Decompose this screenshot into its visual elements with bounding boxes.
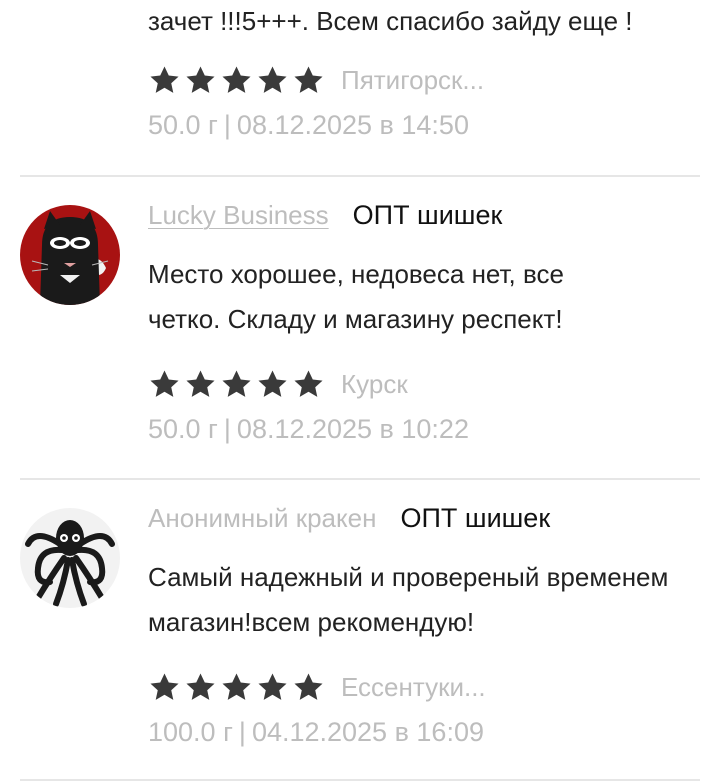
review-meta: 100.0 г | 04.12.2025 в 16:09 — [148, 717, 704, 748]
rating-row: Ессентуки... — [148, 667, 704, 707]
star-icon — [294, 672, 323, 700]
review-weight: 50.0 г — [148, 414, 218, 444]
meta-separator: | — [223, 414, 231, 444]
review-divider — [20, 779, 700, 781]
meta-separator: | — [223, 110, 231, 140]
star-icon — [150, 672, 179, 700]
review-author-link[interactable]: Lucky Business — [148, 200, 329, 231]
meta-separator: | — [238, 717, 246, 747]
review-category: ОПТ шишек — [400, 503, 551, 533]
review-weight: 50.0 г — [148, 110, 218, 140]
star-icon — [294, 369, 323, 397]
review-header: Lucky Business ОПТ шишек — [148, 200, 704, 240]
rating-row: Пятигорск... — [148, 60, 704, 100]
review-date: 08.12.2025 в 14:50 — [236, 110, 469, 140]
review-text: зачет !!!5+++. Всем спасибо зайду еще ! — [148, 6, 633, 36]
review-meta: 50.0 г | 08.12.2025 в 14:50 — [148, 110, 704, 141]
masked-cat-avatar-icon — [20, 205, 120, 305]
review-text: Место хорошее, недовеса нет, все четко. … — [148, 259, 564, 334]
star-icon — [258, 369, 287, 397]
star-icon — [258, 65, 287, 93]
star-rating — [148, 64, 325, 97]
review-meta: 50.0 г | 08.12.2025 в 10:22 — [148, 414, 704, 445]
review-weight: 100.0 г — [148, 717, 233, 747]
review-divider — [20, 175, 700, 177]
star-icon — [150, 369, 179, 397]
review-date: 08.12.2025 в 10:22 — [236, 414, 469, 444]
star-icon — [294, 65, 323, 93]
star-icon — [186, 672, 215, 700]
star-rating — [148, 671, 325, 704]
star-icon — [186, 369, 215, 397]
star-icon — [222, 369, 251, 397]
review-city: Ессентуки... — [341, 671, 486, 702]
review-author: Анонимный кракен — [148, 503, 377, 533]
review-text: Самый надежный и провереный временем маг… — [148, 562, 669, 637]
star-icon — [222, 672, 251, 700]
avatar-anonymous-kraken[interactable] — [20, 508, 120, 608]
star-icon — [258, 672, 287, 700]
review-date: 04.12.2025 в 16:09 — [251, 717, 484, 747]
star-icon — [222, 65, 251, 93]
review-city: Пятигорск... — [341, 64, 485, 95]
avatar-lucky-business[interactable] — [20, 205, 120, 305]
star-icon — [150, 65, 179, 93]
star-rating — [148, 368, 325, 401]
star-icon — [186, 65, 215, 93]
review-header: Анонимный кракен ОПТ шишек — [148, 503, 704, 543]
kraken-avatar-icon — [20, 508, 120, 608]
rating-row: Курск — [148, 364, 704, 404]
review-category: ОПТ шишек — [352, 200, 503, 230]
review-city: Курск — [341, 368, 408, 399]
review-divider — [20, 478, 700, 480]
